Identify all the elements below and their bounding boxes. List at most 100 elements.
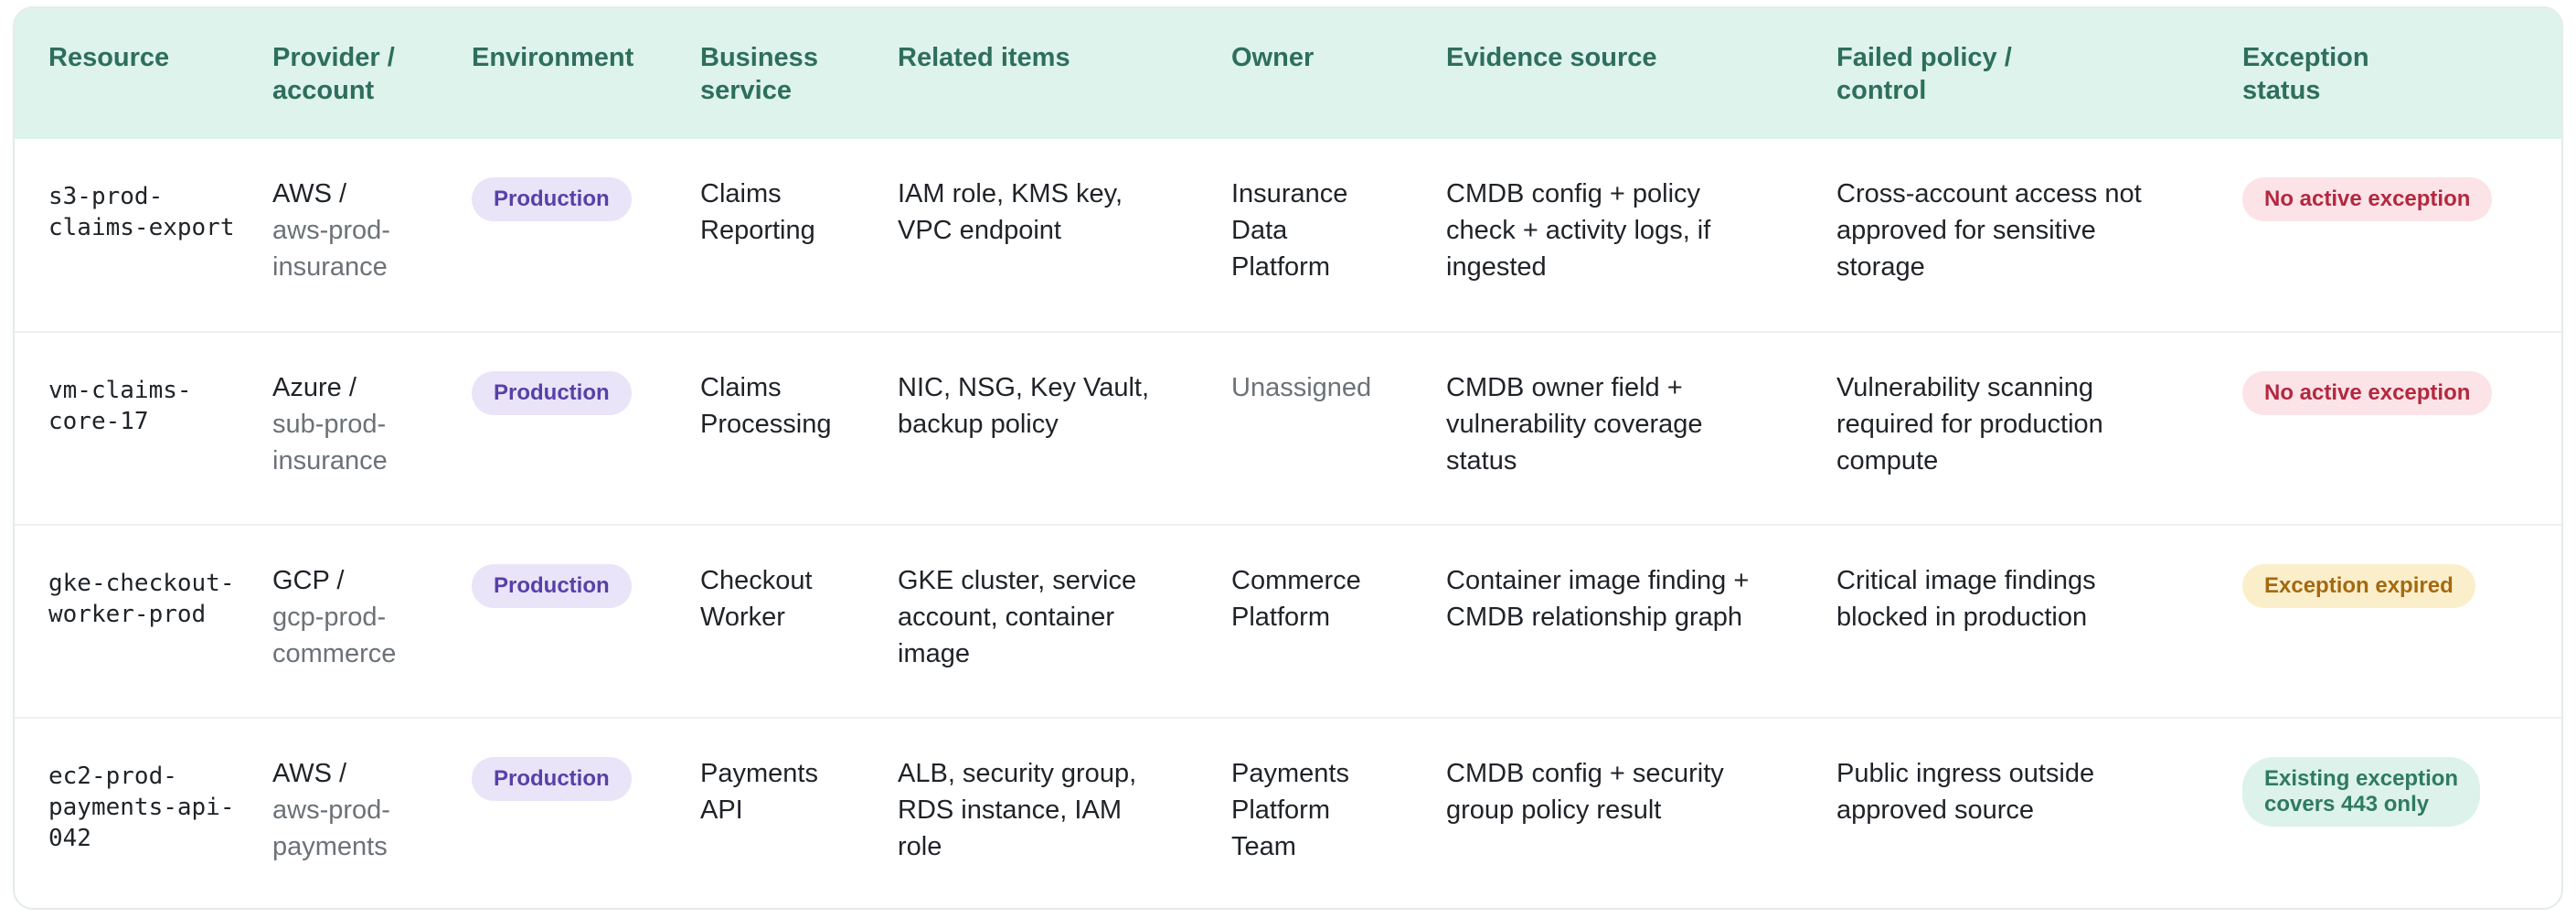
environment-badge: Production	[472, 177, 632, 221]
text-line: Payments	[1231, 759, 1349, 788]
table-row[interactable]: ec2-prod-payments-api- 042 AWS / aws-prod-p…	[15, 718, 2561, 908]
text-line: vm-claims-	[48, 377, 192, 404]
text-line: Payments	[700, 759, 818, 788]
column-header-failed-policy-control[interactable]: Failed policy / control	[1836, 8, 2242, 139]
table-row[interactable]: vm-claims-core-17 Azure / sub-prod-insuran…	[15, 332, 2561, 525]
text-line: covers 443 only	[2264, 792, 2430, 817]
owner-cell: Unassigned	[1231, 332, 1446, 525]
text-line: ec2-prod-	[48, 763, 177, 790]
table-row[interactable]: s3-prod-claims-export AWS / aws-prod-insur…	[15, 139, 2561, 332]
related-items-cell: ALB, security group, RDS instance, IAM rol…	[898, 718, 1231, 908]
text-line: backup policy	[898, 410, 1059, 439]
text-line: No active exception	[2264, 380, 2471, 405]
related-items-cell: IAM role, KMS key, VPC endpoint	[898, 139, 1231, 332]
table-row[interactable]: gke-checkout-worker-prod GCP / gcp-prod-co…	[15, 525, 2561, 718]
exception-status-badge: No active exception	[2242, 371, 2493, 415]
text-line: gke-checkout-	[48, 570, 235, 597]
account-name: gcp-prod-commerce	[272, 603, 396, 668]
text-line: Platform	[1231, 252, 1330, 282]
exception-status-cell: No active exception	[2242, 139, 2561, 332]
column-header-related-items[interactable]: Related items	[898, 8, 1231, 139]
related-items-cell: NIC, NSG, Key Vault, backup policy	[898, 332, 1231, 525]
failed-policy-cell: Public ingress outside approved source	[1836, 718, 2242, 908]
exception-status-cell: Exception expired	[2242, 525, 2561, 718]
text-line: API	[700, 795, 743, 825]
evidence-source-cell: CMDB owner field + vulnerability coverage…	[1446, 332, 1836, 525]
text-line: CMDB relationship graph	[1446, 603, 1742, 632]
environment-cell: Production	[472, 525, 700, 718]
text-line: s3-prod-	[48, 183, 164, 210]
text-line: Platform	[1231, 603, 1330, 632]
provider-name: AWS /	[272, 179, 347, 208]
text-line: insurance	[272, 252, 388, 282]
account-name: aws-prod-insurance	[272, 216, 390, 282]
related-items-cell: GKE cluster, service account, container im…	[898, 525, 1231, 718]
text-line: Commerce	[1231, 566, 1361, 595]
resource-cell: ec2-prod-payments-api- 042	[15, 718, 272, 908]
text-line: Reporting	[700, 216, 815, 245]
owner-cell: Commerce Platform	[1231, 525, 1446, 718]
text-line: Team	[1231, 832, 1296, 861]
text-line: NIC, NSG, Key Vault,	[898, 373, 1150, 402]
text-line: Platform	[1231, 795, 1330, 825]
text-line: Unassigned	[1231, 373, 1372, 402]
table-header-row: Resource Provider / account Environment Busi…	[15, 8, 2561, 139]
business-service-cell: Payments API	[700, 718, 898, 908]
text-line: commerce	[272, 639, 397, 668]
text-line: compute	[1836, 446, 1939, 475]
owner-cell: Payments Platform Team	[1231, 718, 1446, 908]
environment-badge: Production	[472, 757, 632, 801]
column-header-resource[interactable]: Resource	[15, 8, 272, 139]
text-line: payments-api-	[48, 794, 235, 821]
text-line: CMDB config + policy	[1446, 179, 1701, 208]
text-line: Exception expired	[2264, 573, 2454, 598]
exception-status-badge: No active exception	[2242, 177, 2493, 221]
text-line: Container image finding +	[1446, 566, 1750, 595]
text-line: Vulnerability scanning	[1836, 373, 2094, 402]
text-line: account, container	[898, 603, 1114, 632]
business-service-cell: Checkout Worker	[700, 525, 898, 718]
exception-status-cell: Existing exception covers 443 only	[2242, 718, 2561, 908]
text-line: service	[700, 76, 792, 105]
column-header-evidence-source[interactable]: Evidence source	[1446, 8, 1836, 139]
environment-cell: Production	[472, 139, 700, 332]
text-line: image	[898, 639, 970, 668]
text-line: GKE cluster, service	[898, 566, 1137, 595]
account-name: aws-prod-payments	[272, 795, 390, 861]
text-line: VPC endpoint	[898, 216, 1061, 245]
text-line: Claims	[700, 179, 782, 208]
text-line: status	[2242, 76, 2321, 105]
text-line: Checkout	[700, 566, 813, 595]
text-line: Failed policy /	[1836, 43, 2012, 72]
exception-status-badge: Exception expired	[2242, 564, 2475, 608]
text-line: aws-prod-	[272, 795, 390, 825]
text-line: approved for sensitive	[1836, 216, 2096, 245]
text-line: Related items	[898, 43, 1070, 72]
column-header-exception-status[interactable]: Exception status	[2242, 8, 2561, 139]
column-header-business-service[interactable]: Business service	[700, 8, 898, 139]
column-header-provider-account[interactable]: Provider / account	[272, 8, 472, 139]
provider-name: Azure /	[272, 373, 357, 402]
column-header-owner[interactable]: Owner	[1231, 8, 1446, 139]
column-header-environment[interactable]: Environment	[472, 8, 700, 139]
text-line: group policy result	[1446, 795, 1662, 825]
exception-status-badge: Existing exception covers 443 only	[2242, 757, 2481, 827]
text-line: Critical image findings	[1836, 566, 2096, 595]
text-line: required for production	[1836, 410, 2103, 439]
text-line: control	[1836, 76, 1927, 105]
text-line: ALB, security group,	[898, 759, 1137, 788]
business-service-cell: Claims Processing	[700, 332, 898, 525]
text-line: Resource	[48, 43, 170, 72]
text-line: blocked in production	[1836, 603, 2088, 632]
text-line: gcp-prod-	[272, 603, 387, 632]
failed-policy-cell: Critical image findings blocked in produc…	[1836, 525, 2242, 718]
environment-cell: Production	[472, 718, 700, 908]
text-line: Exception	[2242, 43, 2369, 72]
provider-account-cell: AWS / aws-prod-payments	[272, 718, 472, 908]
provider-name: GCP /	[272, 566, 345, 595]
text-line: Processing	[700, 410, 832, 439]
text-line: storage	[1836, 252, 1925, 282]
environment-badge: Production	[472, 371, 632, 415]
text-line: sub-prod-	[272, 410, 387, 439]
text-line: No active exception	[2264, 187, 2471, 211]
